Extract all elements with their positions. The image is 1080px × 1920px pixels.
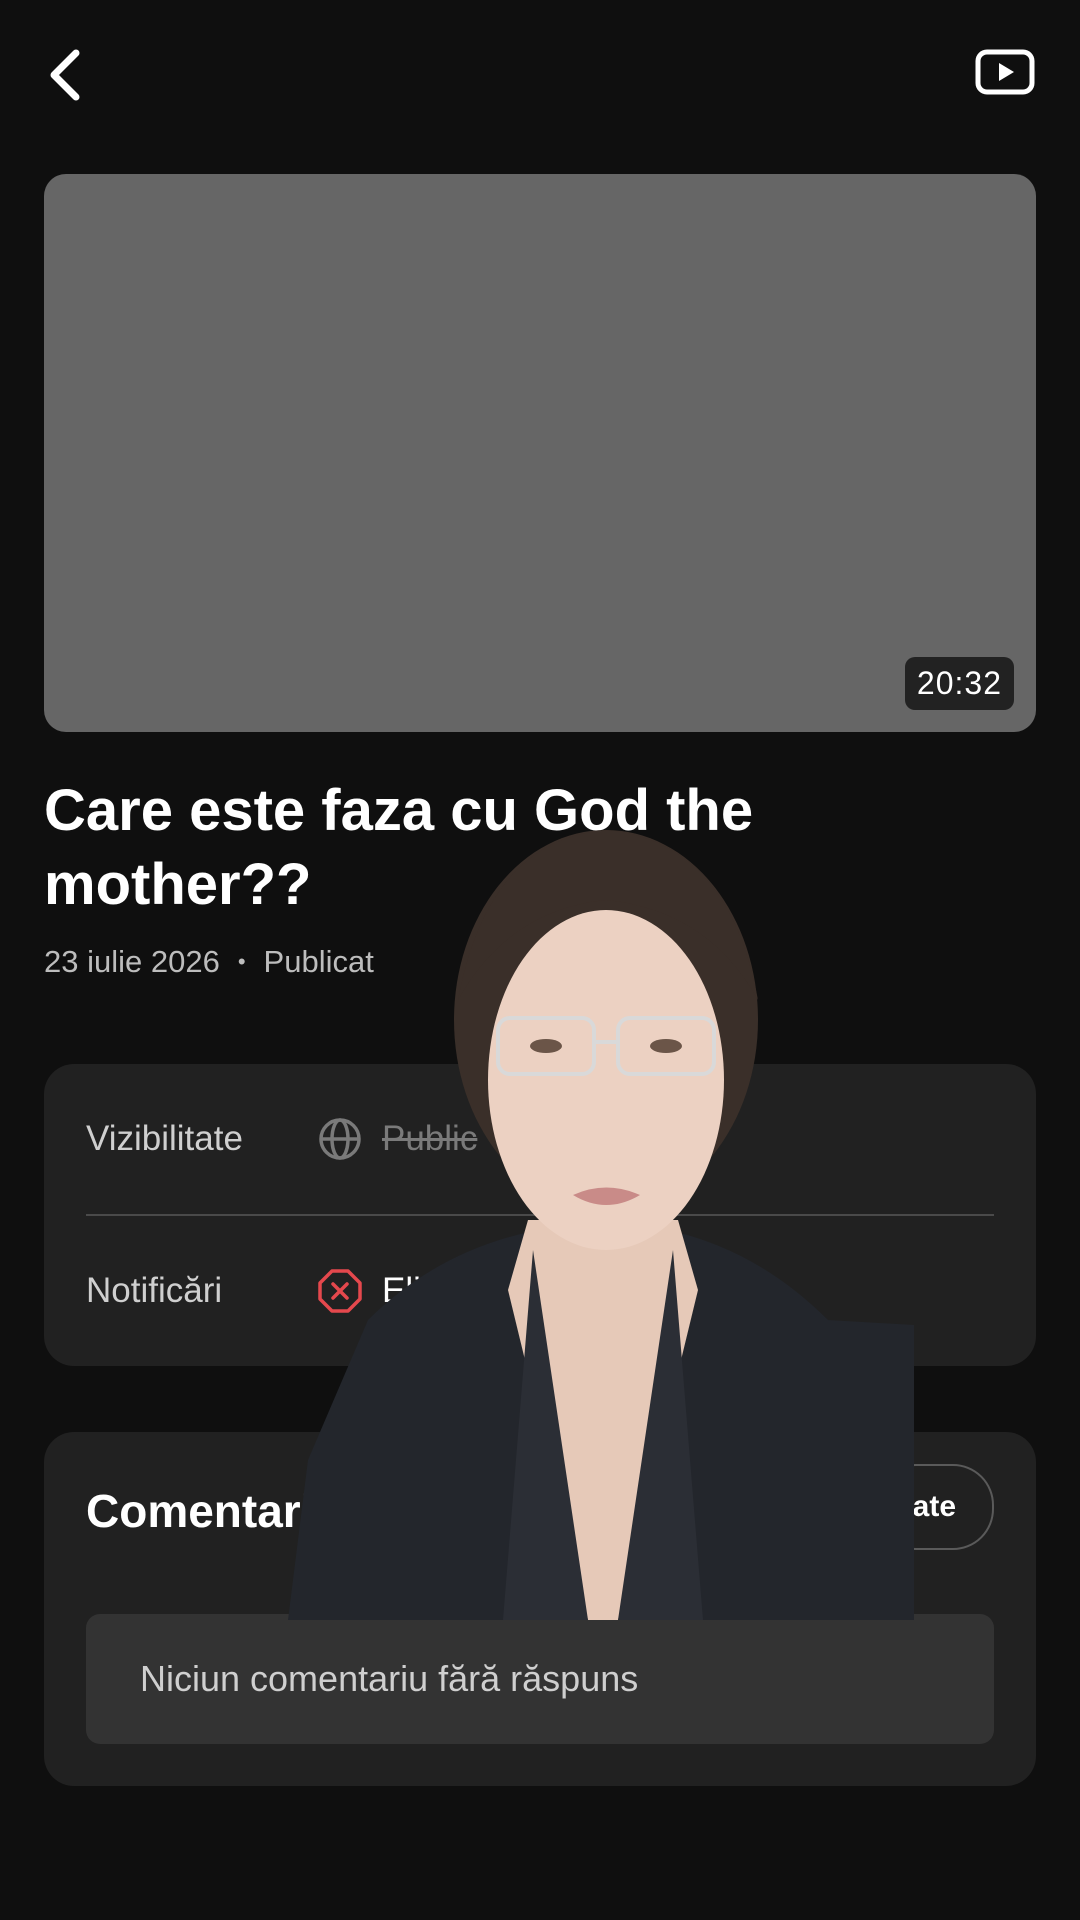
back-button[interactable] <box>36 40 96 110</box>
presenter-overlay-image <box>288 830 914 1620</box>
top-bar <box>0 0 1080 150</box>
comments-action-label: ate <box>912 1490 956 1523</box>
notifications-label: Notificări <box>86 1271 223 1310</box>
empty-comments-text: Niciun comentariu fără răspuns <box>140 1658 639 1699</box>
video-thumbnail[interactable]: 20:32 <box>44 174 1036 732</box>
youtube-play-icon <box>975 49 1035 95</box>
visibility-label: Vizibilitate <box>86 1119 243 1158</box>
chevron-left-icon <box>50 49 80 101</box>
video-duration: 20:32 <box>904 657 1014 710</box>
empty-comments-box: Niciun comentariu fără răspuns <box>86 1614 994 1744</box>
youtube-button[interactable] <box>970 40 1040 104</box>
separator-dot: • <box>237 949 246 974</box>
video-date: 23 iulie 2026 <box>44 944 220 979</box>
